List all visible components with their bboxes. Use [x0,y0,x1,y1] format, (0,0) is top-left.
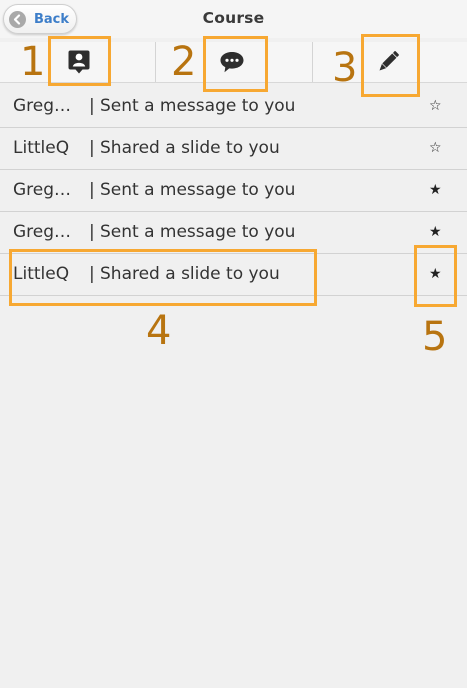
list-item[interactable]: LittleQ | Shared a slide to you ☆ [0,128,467,170]
annotation-label-4: 4 [146,308,172,354]
separator: | [89,138,95,158]
highlight-box-2 [203,36,268,92]
highlight-box-5 [414,245,457,307]
highlight-box-1 [48,36,111,86]
highlight-box-3 [361,34,420,97]
separator: | [89,180,95,200]
separator: | [89,96,95,116]
star-outline-icon[interactable]: ☆ [429,128,442,169]
message-text: Sent a message to you [100,180,296,200]
star-outline-icon[interactable]: ☆ [429,86,442,127]
list-item[interactable]: Greg… | Sent a message to you ★ [0,170,467,212]
annotation-label-2: 2 [171,39,197,85]
sender-name: Greg… [13,96,72,116]
list-item[interactable]: Greg… | Sent a message to you ★ [0,212,467,254]
page-title: Course [202,9,265,27]
message-text: Shared a slide to you [100,138,280,158]
sender-name: Greg… [13,222,72,242]
sender-name: LittleQ [13,138,70,158]
message-text: Sent a message to you [100,222,296,242]
separator: | [89,222,95,242]
message-text: Sent a message to you [100,96,296,116]
header-bar: Back Course [0,0,467,38]
annotation-label-1: 1 [20,39,46,85]
highlight-box-4 [9,249,317,306]
annotation-label-5: 5 [422,314,448,360]
annotation-label-3: 3 [332,45,358,91]
sender-name: Greg… [13,180,72,200]
star-filled-icon[interactable]: ★ [429,170,442,211]
